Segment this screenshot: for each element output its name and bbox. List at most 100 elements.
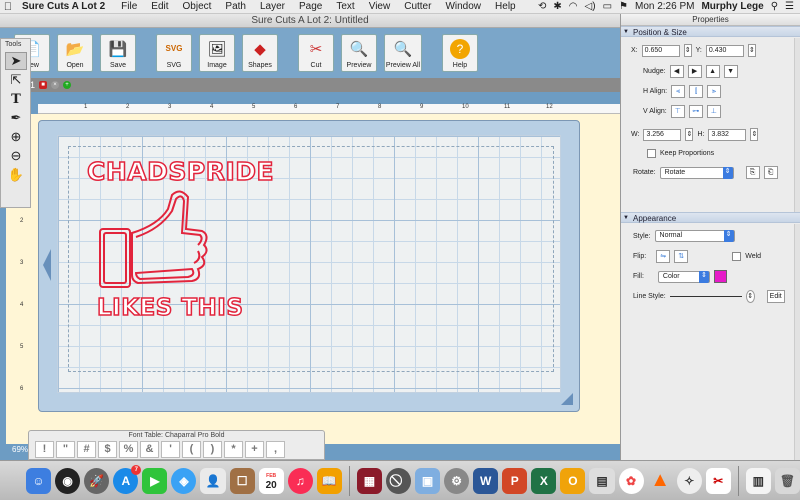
width-field[interactable]: 3.256 bbox=[643, 128, 682, 141]
menu-path[interactable]: Path bbox=[218, 1, 253, 12]
contacts-icon[interactable]: 👤 bbox=[200, 467, 226, 494]
glyph-cell[interactable]: ( bbox=[182, 441, 201, 458]
documents-folder-icon[interactable]: ▥ bbox=[745, 467, 771, 494]
line-style-edit-button[interactable]: Edit bbox=[766, 290, 785, 303]
apple-icon[interactable]:  bbox=[0, 1, 16, 13]
notification-center-icon[interactable]: ☰ bbox=[785, 1, 794, 12]
y-stepper[interactable]: ⇕ bbox=[747, 44, 756, 57]
menu-view[interactable]: View bbox=[362, 1, 398, 12]
y-field[interactable]: 0.430 bbox=[705, 44, 744, 57]
zoom-in-icon[interactable]: ⊕ bbox=[5, 128, 27, 146]
system-preferences-icon[interactable]: ⚙ bbox=[444, 467, 470, 494]
menu-file[interactable]: File bbox=[114, 1, 144, 12]
fill-color-swatch[interactable] bbox=[713, 270, 727, 283]
finder-icon[interactable]: ☺ bbox=[26, 467, 52, 494]
clock[interactable]: Mon 2:26 PM bbox=[635, 1, 694, 12]
glyph-cell[interactable]: , bbox=[266, 441, 285, 458]
volume-icon[interactable]: ◁) bbox=[585, 1, 596, 12]
menu-help[interactable]: Help bbox=[488, 1, 523, 12]
design-text-top[interactable]: CHADSPRIDE bbox=[86, 156, 274, 187]
menu-text[interactable]: Text bbox=[329, 1, 361, 12]
flip-horizontal-button[interactable]: ⇋ bbox=[656, 250, 671, 263]
menu-cutter[interactable]: Cutter bbox=[397, 1, 438, 12]
menu-edit[interactable]: Edit bbox=[144, 1, 175, 12]
glyph-cell[interactable]: ) bbox=[203, 441, 222, 458]
launchpad-icon[interactable]: 🚀 bbox=[84, 467, 110, 494]
no-entry-icon[interactable]: ⃠ bbox=[385, 467, 411, 494]
glyph-cell[interactable]: * bbox=[224, 441, 243, 458]
preview-button[interactable]: 🔍 Preview bbox=[341, 34, 377, 72]
word-icon[interactable]: W bbox=[473, 467, 499, 494]
thumbs-up-icon[interactable] bbox=[98, 189, 210, 289]
app-store-icon[interactable]: A7 bbox=[113, 464, 142, 494]
height-field[interactable]: 3.832 bbox=[708, 128, 747, 141]
add-page-icon[interactable]: + bbox=[63, 81, 72, 89]
itunes-icon[interactable]: ♫ bbox=[287, 467, 313, 494]
glyph-cell[interactable]: ' bbox=[161, 441, 180, 458]
flip-page-icon[interactable]: ⎘ bbox=[745, 166, 760, 179]
vlc-icon[interactable]: ▲ bbox=[648, 468, 673, 494]
glyph-cell[interactable]: % bbox=[119, 441, 138, 458]
spotlight-icon[interactable]: ⚲ bbox=[771, 1, 778, 12]
select-arrow-icon[interactable]: ➤ bbox=[5, 52, 27, 70]
battery-icon[interactable]: ▭ bbox=[603, 1, 612, 12]
notes-book-icon[interactable]: ☐ bbox=[229, 467, 255, 494]
help-button[interactable]: ? Help bbox=[442, 34, 478, 72]
cut-button[interactable]: ✂ Cut bbox=[298, 34, 334, 72]
height-stepper[interactable]: ⇕ bbox=[750, 128, 759, 141]
sure-cuts-icon[interactable]: ✂ bbox=[705, 467, 731, 494]
pen-tool-icon[interactable]: ✒ bbox=[5, 109, 27, 127]
save-button[interactable]: 💾 Save bbox=[100, 34, 136, 72]
node-edit-icon[interactable]: ⇱ bbox=[5, 71, 27, 89]
align-middle-v-button[interactable]: ⊶ bbox=[688, 105, 703, 118]
nudge-right-button[interactable]: ▶ bbox=[687, 65, 702, 78]
line-style-stepper[interactable]: ⇕ bbox=[745, 290, 755, 303]
glyph-cell[interactable]: & bbox=[140, 441, 159, 458]
shapes-button[interactable]: ◆ Shapes bbox=[242, 34, 278, 72]
appearance-header[interactable]: Appearance bbox=[621, 212, 800, 224]
align-bottom-button[interactable]: ⊥ bbox=[706, 105, 721, 118]
facetime-icon[interactable]: ▶ bbox=[142, 467, 168, 494]
align-left-button[interactable]: ⫷ bbox=[671, 85, 686, 98]
style-select[interactable]: Normal bbox=[654, 230, 735, 242]
glyph-cell[interactable]: " bbox=[56, 441, 75, 458]
align-center-h-button[interactable]: ⫿ bbox=[689, 85, 704, 98]
flip-vertical-button[interactable]: ⇅ bbox=[674, 250, 689, 263]
align-right-button[interactable]: ⫸ bbox=[707, 85, 722, 98]
glyph-cell[interactable]: ! bbox=[35, 441, 54, 458]
photos-icon[interactable]: ✿ bbox=[618, 467, 644, 494]
x-field[interactable]: 0.650 bbox=[641, 44, 680, 57]
image-button[interactable]: 🖼 Image bbox=[199, 34, 235, 72]
nudge-up-button[interactable]: ▲ bbox=[705, 65, 720, 78]
rotate-select[interactable]: Rotate bbox=[659, 166, 734, 179]
menu-layer[interactable]: Layer bbox=[253, 1, 292, 12]
close-page-icon[interactable]: × bbox=[51, 81, 60, 89]
time-machine-icon[interactable]: ⟲ bbox=[538, 1, 546, 12]
open-button[interactable]: 📂 Open bbox=[57, 34, 93, 72]
fill-select[interactable]: Color bbox=[657, 270, 710, 283]
menu-app-name[interactable]: Sure Cuts A Lot 2 bbox=[16, 1, 114, 12]
trash-icon[interactable]: 🗑 bbox=[774, 467, 800, 494]
photo-booth-icon[interactable]: ▦ bbox=[356, 467, 382, 494]
position-size-header[interactable]: Position & Size bbox=[621, 26, 800, 38]
nudge-left-button[interactable]: ◀ bbox=[669, 65, 684, 78]
menu-window[interactable]: Window bbox=[438, 1, 488, 12]
properties-scrollbar[interactable] bbox=[794, 38, 800, 222]
menu-page[interactable]: Page bbox=[292, 1, 329, 12]
nudge-down-button[interactable]: ▼ bbox=[723, 65, 738, 78]
x-stepper[interactable]: ⇕ bbox=[683, 44, 692, 57]
svg-button[interactable]: SVG SVG bbox=[156, 34, 192, 72]
zoom-level[interactable]: 69% bbox=[12, 445, 28, 454]
preview-all-button[interactable]: 🔍 Preview All bbox=[384, 34, 422, 72]
powerpoint-icon[interactable]: P bbox=[502, 467, 528, 494]
hand-tool-icon[interactable]: ✋ bbox=[5, 166, 27, 184]
bluetooth-icon[interactable]: ✱ bbox=[553, 1, 561, 12]
glyph-cell[interactable]: + bbox=[245, 441, 264, 458]
menu-object[interactable]: Object bbox=[176, 1, 219, 12]
safari-compass-icon[interactable]: ✧ bbox=[676, 467, 702, 494]
rotate-page-icon[interactable]: ⎗ bbox=[763, 166, 778, 179]
ibooks-icon[interactable]: 📖 bbox=[316, 467, 342, 494]
wifi-icon[interactable]: ◠ bbox=[569, 1, 578, 12]
safari-icon[interactable]: ◈ bbox=[171, 467, 197, 494]
width-stepper[interactable]: ⇕ bbox=[685, 128, 694, 141]
